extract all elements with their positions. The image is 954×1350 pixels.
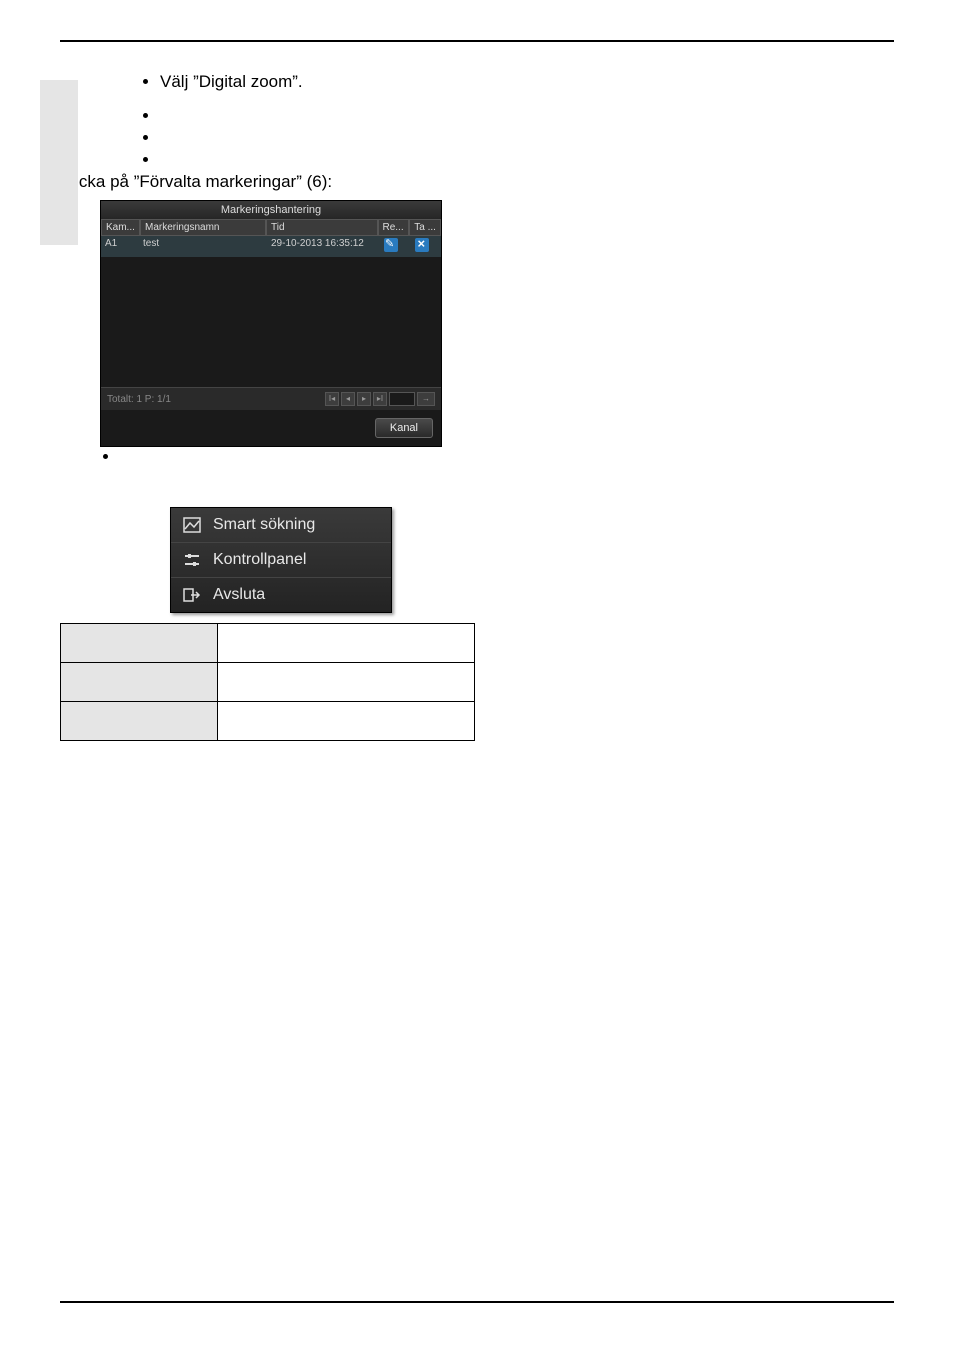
top-divider [60, 40, 894, 42]
mh-window-title: Markeringshantering [101, 201, 441, 219]
mh-pager[interactable]: I◂ ◂ ▸ ▸I → [325, 392, 435, 406]
table-row [61, 663, 475, 702]
mh-table-row[interactable]: A1 test 29-10-2013 16:35:12 [101, 236, 441, 257]
mh-empty-area [101, 257, 441, 387]
table-cell [218, 663, 475, 702]
table-cell [218, 702, 475, 741]
ctx-item-label: Avsluta [213, 586, 265, 604]
table-cell-gray [61, 702, 218, 741]
ctx-smart-search[interactable]: Smart sökning [171, 508, 391, 542]
table-cell-gray [61, 663, 218, 702]
pager-prev-icon[interactable]: ◂ [341, 392, 355, 406]
cell-kam: A1 [101, 236, 139, 257]
margin-gray-block [40, 80, 78, 245]
sliders-icon [183, 552, 201, 568]
cell-delete[interactable] [411, 236, 442, 257]
kanal-button[interactable]: Kanal [375, 418, 433, 438]
col-kam: Kam... [101, 219, 140, 236]
pager-last-icon[interactable]: ▸I [373, 392, 387, 406]
col-tid: Tid [266, 219, 378, 236]
mh-table-header: Kam... Markeringsnamn Tid Re... Ta ... [101, 219, 441, 236]
bullet-list: Välj ”Digital zoom”. [160, 72, 894, 150]
info-table [60, 623, 475, 741]
bottom-divider [60, 1301, 894, 1303]
delete-icon[interactable] [415, 238, 429, 252]
mh-footer: Totalt: 1 P: 1/1 I◂ ◂ ▸ ▸I → [101, 387, 441, 410]
ctx-item-label: Smart sökning [213, 516, 315, 534]
mh-total-text: Totalt: 1 P: 1/1 [107, 394, 171, 405]
ctx-item-label: Kontrollpanel [213, 551, 306, 569]
cell-tid: 29-10-2013 16:35:12 [267, 236, 380, 257]
col-ta: Ta ... [409, 219, 441, 236]
table-cell-gray [61, 624, 218, 663]
table-row [61, 624, 475, 663]
heading-manage-marks: Klicka på ”Förvalta markeringar” (6): [60, 172, 894, 192]
context-menu: Smart sökning Kontrollpanel Avsluta [170, 507, 392, 613]
edit-icon[interactable] [384, 238, 398, 252]
table-row [61, 702, 475, 741]
pager-page-input[interactable] [389, 392, 415, 406]
ctx-exit[interactable]: Avsluta [171, 577, 391, 612]
cell-name: test [139, 236, 267, 257]
col-re: Re... [378, 219, 410, 236]
exit-icon [183, 587, 201, 603]
pager-next-icon[interactable]: ▸ [357, 392, 371, 406]
ctx-control-panel[interactable]: Kontrollpanel [171, 542, 391, 577]
image-icon [183, 517, 201, 533]
pager-go-icon[interactable]: → [417, 392, 435, 406]
table-cell [218, 624, 475, 663]
bullet-item-1: Välj ”Digital zoom”. [160, 72, 894, 92]
mh-close-bar: Kanal [101, 410, 441, 446]
markeringshantering-window: Markeringshantering Kam... Markeringsnam… [100, 200, 442, 447]
col-name: Markeringsnamn [140, 219, 266, 236]
cell-edit[interactable] [380, 236, 411, 257]
pager-first-icon[interactable]: I◂ [325, 392, 339, 406]
